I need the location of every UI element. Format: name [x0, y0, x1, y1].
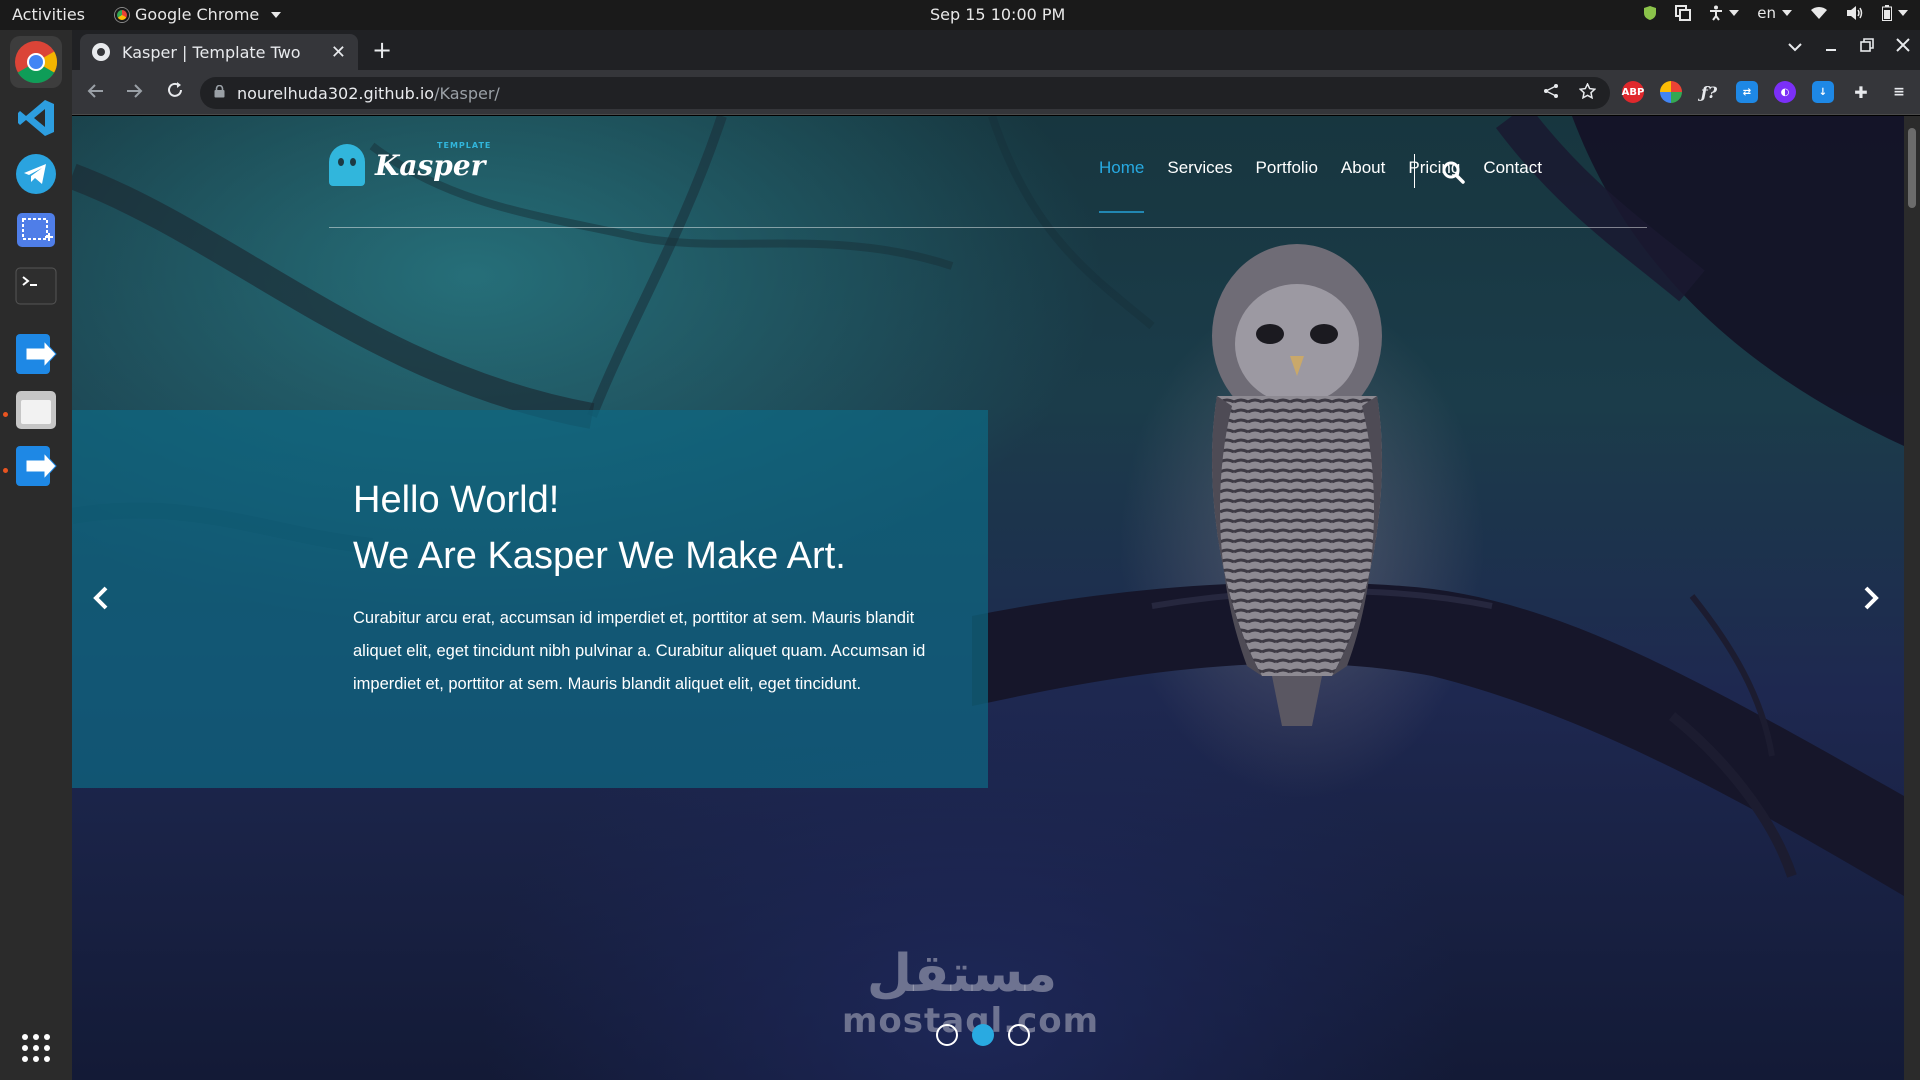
nav-home[interactable]: Home [1099, 158, 1145, 213]
globe-icon [92, 43, 110, 61]
folder-icon [16, 391, 56, 429]
hero-title-line-2: We Are Kasper We Make Art. [353, 535, 846, 577]
dock [0, 30, 72, 1080]
dock-vscode[interactable] [10, 92, 62, 144]
dock-screenshot[interactable] [10, 204, 62, 256]
translate-icon[interactable]: ⇄ [1736, 81, 1758, 103]
new-tab-button[interactable]: + [372, 36, 392, 64]
dock-app-transfer[interactable] [10, 328, 62, 380]
chevron-down-icon [1729, 10, 1740, 16]
dock-app-transfer-2[interactable] [10, 440, 62, 492]
reload-icon[interactable] [166, 80, 184, 104]
bookmark-star-icon[interactable] [1578, 81, 1597, 104]
app-grid-icon [22, 1034, 50, 1062]
system-tray[interactable]: en [1643, 4, 1908, 22]
scrollbar-thumb[interactable] [1908, 128, 1916, 208]
accessibility-icon[interactable] [1709, 5, 1740, 21]
logo-wordmark: Kasper TEMPLATE [375, 141, 490, 182]
formula-icon[interactable]: ƒ? [1698, 81, 1720, 103]
volume-icon[interactable] [1846, 5, 1864, 21]
tab-strip: Kasper | Template Two ✕ + [72, 30, 1920, 70]
wifi-icon[interactable] [1810, 6, 1828, 20]
running-indicator [3, 468, 8, 473]
dock-chrome[interactable] [10, 36, 62, 88]
transfer-icon [16, 446, 57, 486]
back-icon[interactable] [86, 80, 104, 104]
url-path: /Kasper/ [434, 83, 500, 103]
transfer-icon [16, 334, 57, 374]
app-menu[interactable]: Google Chrome [115, 5, 282, 24]
reading-list-icon[interactable]: ≡ [1888, 81, 1910, 103]
tab-title: Kasper | Template Two [122, 42, 301, 62]
color-picker-icon[interactable] [1660, 81, 1682, 103]
address-bar[interactable]: nourelhuda302.github.io/Kasper/ [200, 77, 1610, 109]
hero-title: Hello World! We Are Kasper We Make Art. [353, 472, 846, 584]
battery-icon[interactable] [1882, 5, 1908, 21]
terminal-icon [15, 267, 57, 305]
close-window-icon[interactable] [1896, 36, 1910, 57]
adblock-plus-icon[interactable]: ABP [1622, 81, 1644, 103]
puzzle-icon[interactable]: ✚ [1850, 81, 1872, 103]
nav-services[interactable]: Services [1167, 158, 1232, 178]
watermark-arabic: مستقل [866, 944, 1058, 1004]
download-icon[interactable]: ↓ [1812, 81, 1834, 103]
nav-divider [1414, 154, 1415, 188]
telegram-icon [16, 154, 56, 194]
shield-icon[interactable] [1643, 5, 1657, 21]
extensions-bar: ABP ƒ? ⇄ ◐ ↓ ✚ ≡ ⋮ [1622, 81, 1920, 103]
owl-image [1212, 244, 1382, 726]
slider-bullet-2[interactable] [972, 1024, 994, 1046]
ghost-logo-icon [329, 144, 365, 186]
forward-icon[interactable] [126, 80, 144, 104]
close-tab-icon[interactable]: ✕ [331, 42, 346, 63]
main-nav: Home Services Portfolio About Pricing Co… [1099, 158, 1542, 213]
hero-title-line-1: Hello World! [353, 479, 560, 521]
dock-files[interactable] [10, 384, 62, 436]
tab-search-icon[interactable] [1788, 36, 1802, 57]
window-controls [1788, 36, 1910, 57]
activities-button[interactable]: Activities [12, 5, 85, 24]
minimize-icon[interactable] [1824, 36, 1838, 57]
logo-text: Kasper [375, 148, 486, 182]
lock-icon[interactable] [214, 84, 225, 102]
slider-bullet-1[interactable] [936, 1024, 958, 1046]
hero-paragraph: Curabitur arcu erat, accumsan id imperdi… [353, 609, 926, 693]
show-applications-button[interactable] [10, 1022, 62, 1074]
nav-contact[interactable]: Contact [1483, 158, 1542, 178]
app-menu-label: Google Chrome [135, 5, 260, 24]
chrome-icon [15, 41, 58, 84]
slider-prev-arrow[interactable] [92, 586, 110, 614]
running-indicator [3, 412, 8, 417]
slider-bullet-3[interactable] [1008, 1024, 1030, 1046]
chevron-down-icon [1898, 10, 1908, 16]
vscode-icon [18, 100, 54, 136]
chrome-icon [115, 7, 129, 22]
page-scrollbar[interactable] [1904, 116, 1920, 1080]
search-icon[interactable] [1441, 160, 1465, 188]
language-selector[interactable]: en [1757, 4, 1792, 22]
language-label: en [1757, 4, 1776, 22]
purple-extension-icon[interactable]: ◐ [1774, 81, 1796, 103]
site-logo[interactable]: Kasper TEMPLATE [329, 141, 490, 186]
screenshot-icon [17, 213, 55, 247]
clock[interactable]: Sep 15 10:00 PM [930, 5, 1065, 24]
logo-tag: TEMPLATE [437, 140, 492, 150]
page-viewport: Kasper TEMPLATE Home Services Portfolio … [72, 116, 1904, 1080]
slider-next-arrow[interactable] [1862, 586, 1880, 614]
hero-content-box: Hello World! We Are Kasper We Make Art. … [72, 410, 988, 788]
nav-portfolio[interactable]: Portfolio [1256, 158, 1318, 178]
nav-about[interactable]: About [1341, 158, 1385, 178]
dock-telegram[interactable] [10, 148, 62, 200]
share-icon[interactable] [1543, 83, 1559, 104]
dock-terminal[interactable] [10, 260, 62, 312]
chevron-down-icon [271, 11, 282, 18]
browser-toolbar: nourelhuda302.github.io/Kasper/ ABP ƒ? ⇄… [72, 70, 1920, 115]
system-top-bar: Activities Google Chrome Sep 15 10:00 PM… [0, 0, 1920, 30]
tab-kasper[interactable]: Kasper | Template Two ✕ [80, 34, 358, 70]
url-host: nourelhuda302.github.io [237, 83, 435, 103]
windows-icon[interactable] [1675, 5, 1692, 21]
restore-icon[interactable] [1860, 36, 1874, 57]
chevron-down-icon [1782, 10, 1792, 16]
slider-bullets [936, 1024, 1030, 1046]
